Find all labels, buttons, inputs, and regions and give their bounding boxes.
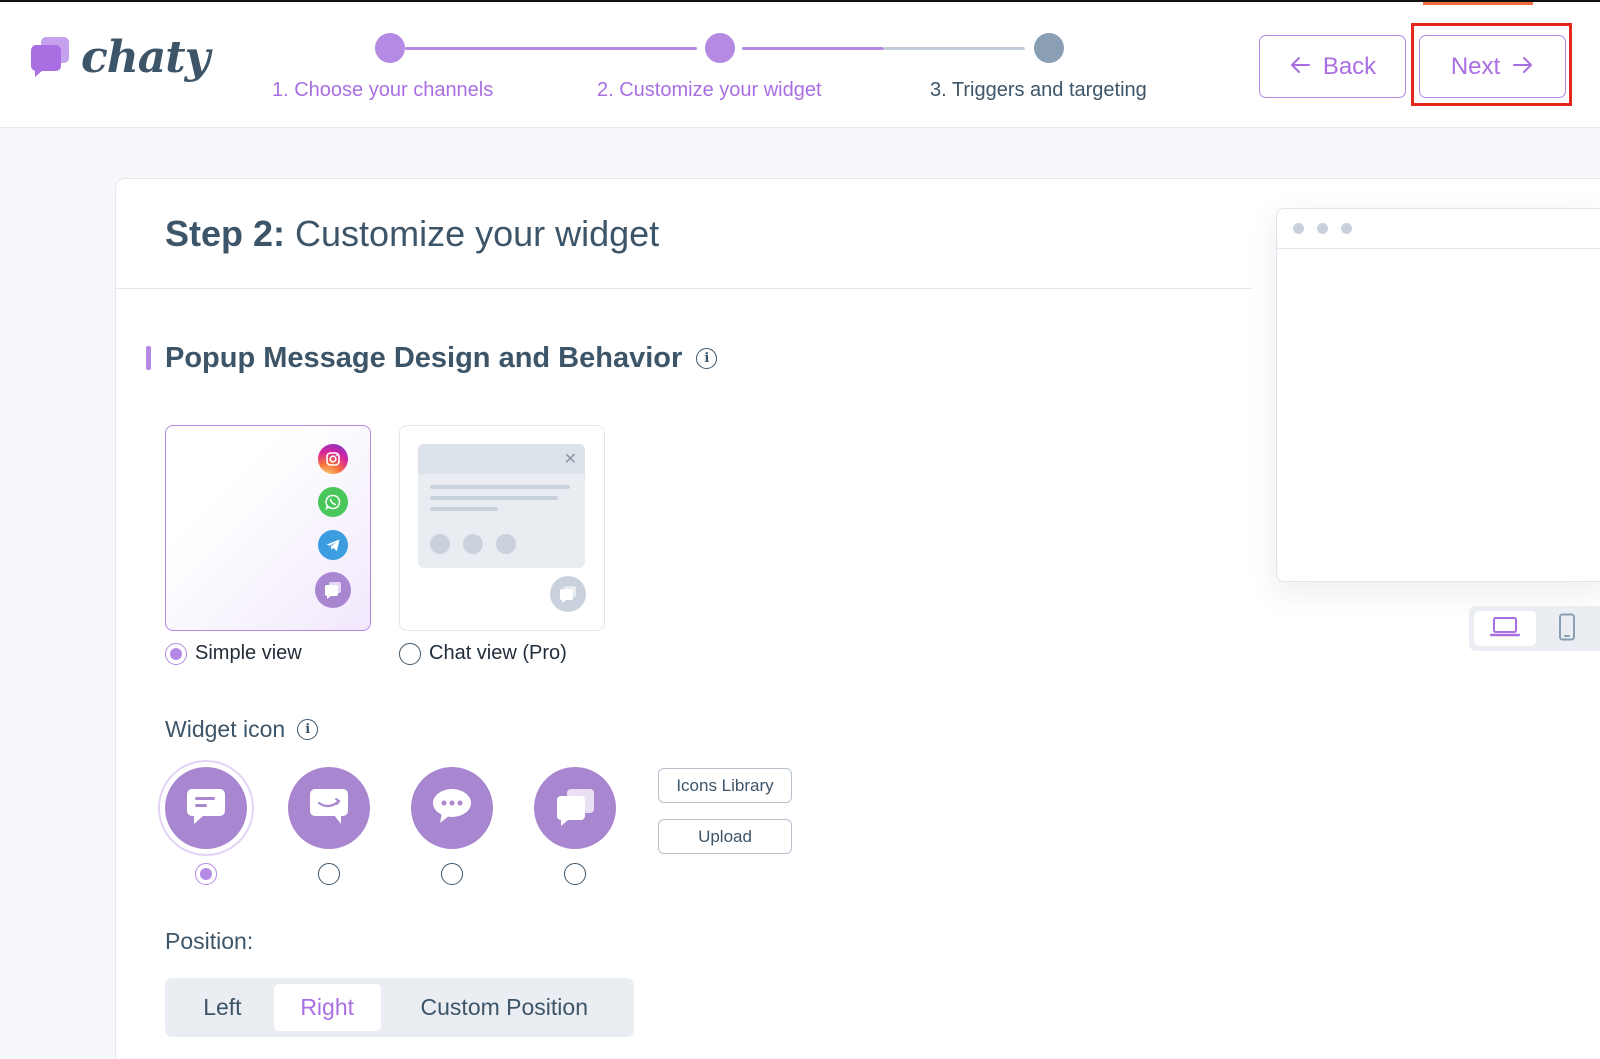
page-title-step: Step 2: xyxy=(165,212,286,254)
widget-icon-option-4[interactable] xyxy=(534,767,616,849)
widget-icon-radio-2[interactable] xyxy=(318,863,340,885)
step-1-dot[interactable] xyxy=(375,33,405,63)
upload-button[interactable]: Upload xyxy=(658,819,792,854)
chat-channel-dot xyxy=(496,534,516,554)
chat-view-option[interactable]: Chat view (Pro) xyxy=(399,642,567,665)
simple-view-radio[interactable] xyxy=(165,642,187,665)
chat-channel-dot xyxy=(463,534,483,554)
mobile-preview-button[interactable] xyxy=(1536,611,1598,646)
info-icon[interactable]: i xyxy=(696,348,718,369)
page-title: Step 2: Customize your widget xyxy=(165,213,659,255)
section-title: Popup Message Design and Behavior i xyxy=(165,342,718,375)
back-button-label: Back xyxy=(1322,52,1377,80)
section-title-text: Popup Message Design and Behavior xyxy=(165,342,683,374)
position-custom-option[interactable]: Custom Position xyxy=(381,984,628,1031)
arrow-left-icon xyxy=(1289,53,1311,81)
customize-widget-card: Step 2: Customize your widget Popup Mess… xyxy=(115,178,1253,1059)
chat-widget-button-icon xyxy=(550,576,586,612)
widget-icon-label: Widget icon xyxy=(165,716,286,742)
top-header: chaty 1. Choose your channels 2. Customi… xyxy=(0,0,1600,128)
step-3-label[interactable]: 3. Triggers and targeting xyxy=(930,79,1147,102)
chat-line-placeholder xyxy=(430,485,570,489)
icons-library-button[interactable]: Icons Library xyxy=(658,768,792,803)
simple-view-option[interactable]: Simple view xyxy=(165,642,302,665)
step-connector-1 xyxy=(405,47,697,50)
widget-icon-radio-4[interactable] xyxy=(564,863,586,885)
next-button-label: Next xyxy=(1450,52,1501,80)
chat-line-placeholder xyxy=(430,507,498,511)
step-1-label[interactable]: 1. Choose your channels xyxy=(272,79,493,102)
top-accent-strip xyxy=(1423,2,1533,5)
widget-icon-option-2[interactable] xyxy=(288,767,370,849)
simple-view-label: Simple view xyxy=(195,642,302,664)
step-2-dot[interactable] xyxy=(705,33,735,63)
info-icon[interactable]: i xyxy=(297,719,319,740)
back-button[interactable]: Back xyxy=(1259,35,1406,98)
step-3-dot[interactable] xyxy=(1034,33,1064,63)
whatsapp-icon xyxy=(318,487,348,517)
window-dot xyxy=(1341,223,1352,234)
window-dot xyxy=(1317,223,1328,234)
chat-window-header xyxy=(418,444,585,474)
chat-bubble-dots-icon xyxy=(430,786,474,830)
arrow-right-icon xyxy=(1512,53,1534,81)
chat-bubbles-stacked-icon xyxy=(553,786,597,830)
close-icon: ✕ xyxy=(563,449,577,468)
browser-title-bar xyxy=(1277,209,1600,249)
device-toggle xyxy=(1469,606,1600,651)
chat-view-card[interactable]: ✕ xyxy=(399,425,605,631)
chat-bubble-lines-icon xyxy=(184,786,228,830)
mobile-icon xyxy=(1558,613,1576,645)
next-button[interactable]: Next xyxy=(1419,35,1566,98)
page-title-text: Customize your widget xyxy=(285,212,660,254)
chat-channel-dot xyxy=(430,534,450,554)
chat-line-placeholder xyxy=(430,496,558,500)
position-heading: Position: xyxy=(165,928,254,954)
browser-preview xyxy=(1276,208,1600,582)
position-right-option[interactable]: Right xyxy=(273,984,381,1031)
position-selector: Left Right Custom Position xyxy=(165,978,634,1037)
window-dot xyxy=(1293,223,1304,234)
widget-icon-radio-1[interactable] xyxy=(195,863,217,885)
chat-view-label: Chat view (Pro) xyxy=(429,642,567,664)
widget-icon-option-3[interactable] xyxy=(411,767,493,849)
laptop-icon xyxy=(1489,616,1521,642)
progress-stepper: 1. Choose your channels 2. Customize you… xyxy=(0,2,1200,130)
simple-view-card[interactable] xyxy=(165,425,371,631)
chat-window-preview: ✕ xyxy=(418,444,585,568)
desktop-preview-button[interactable] xyxy=(1474,611,1536,646)
step-connector-2-pending xyxy=(884,47,1025,50)
chat-bubble-smile-icon xyxy=(307,786,351,830)
section-accent-bar xyxy=(146,346,151,370)
step-2-label[interactable]: 2. Customize your widget xyxy=(597,79,822,102)
chat-view-radio[interactable] xyxy=(399,642,421,665)
position-left-option[interactable]: Left xyxy=(171,984,274,1031)
card-header: Step 2: Customize your widget xyxy=(116,179,1252,289)
telegram-icon xyxy=(318,530,348,560)
step-connector-2-done xyxy=(742,47,884,50)
chaty-widget-icon xyxy=(315,572,351,608)
widget-icon-heading: Widget icon i xyxy=(165,716,319,743)
widget-icon-radio-3[interactable] xyxy=(441,863,463,885)
instagram-icon xyxy=(318,444,348,474)
widget-icon-option-1[interactable] xyxy=(165,767,247,849)
